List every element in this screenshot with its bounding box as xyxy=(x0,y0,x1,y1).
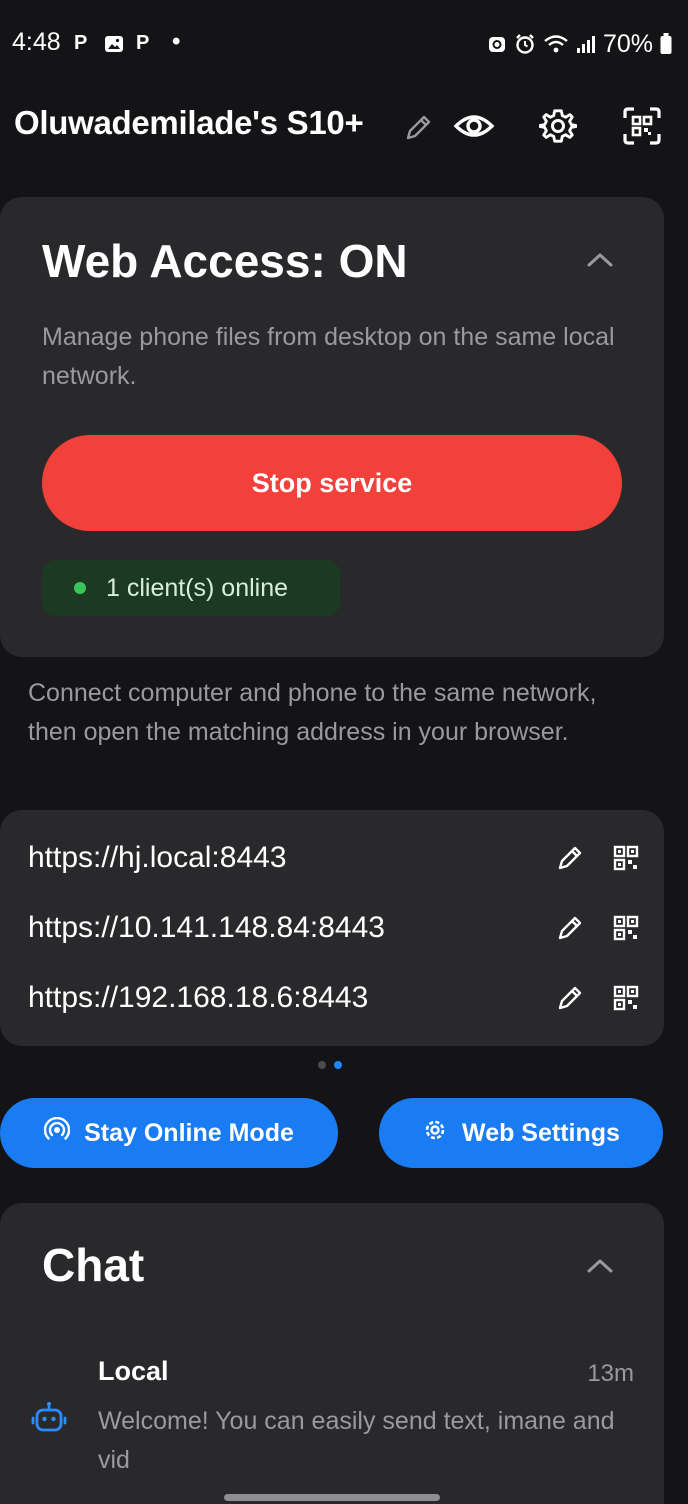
broadcast-icon xyxy=(43,1116,71,1150)
chevron-up-icon[interactable] xyxy=(580,1246,620,1286)
stop-service-button[interactable]: Stop service xyxy=(42,435,622,531)
address-row: https://hj.local:8443 xyxy=(28,833,648,883)
web-access-description: Manage phone files from desktop on the s… xyxy=(42,323,615,390)
page-dot-active[interactable] xyxy=(334,1061,342,1069)
web-settings-button[interactable]: Web Settings xyxy=(379,1098,663,1168)
qr-code-icon[interactable] xyxy=(604,836,648,880)
chat-title: Chat xyxy=(42,1239,145,1291)
gear-icon[interactable] xyxy=(536,104,580,148)
chat-item-name[interactable]: Local xyxy=(98,1356,169,1387)
clients-online-badge: 1 client(s) online xyxy=(42,560,340,616)
robot-icon xyxy=(28,1398,70,1440)
lock-sync-icon xyxy=(487,34,507,54)
address-row: https://10.141.148.84:8443 xyxy=(28,903,648,953)
pencil-icon[interactable] xyxy=(548,836,592,880)
battery-icon xyxy=(660,33,672,55)
notification-p-icon-2: P xyxy=(136,32,150,54)
address-url[interactable]: https://hj.local:8443 xyxy=(28,841,536,875)
device-name[interactable]: Oluwademilade's S10+ xyxy=(14,104,364,142)
pencil-icon[interactable] xyxy=(548,976,592,1020)
page-dot[interactable] xyxy=(318,1061,326,1069)
notification-p-icon: P xyxy=(74,32,88,54)
qr-code-icon[interactable] xyxy=(604,906,648,950)
gear-icon xyxy=(422,1117,448,1150)
address-url[interactable]: https://192.168.18.6:8443 xyxy=(28,981,536,1015)
online-status-dot xyxy=(74,582,86,594)
wifi-icon xyxy=(543,34,569,54)
home-indicator[interactable] xyxy=(224,1494,440,1501)
status-right-cluster: 70% xyxy=(487,28,672,60)
qr-scan-icon[interactable] xyxy=(620,104,664,148)
status-bar: 4:48 P P • 70% xyxy=(0,0,688,88)
page-indicator xyxy=(318,1061,342,1069)
qr-code-icon[interactable] xyxy=(604,976,648,1020)
address-url[interactable]: https://10.141.148.84:8443 xyxy=(28,911,536,945)
chat-item-preview[interactable]: Welcome! You can easily send text, imane… xyxy=(98,1402,628,1480)
chat-item-time: 13m xyxy=(587,1360,634,1387)
pencil-icon[interactable] xyxy=(396,106,440,150)
chevron-up-icon[interactable] xyxy=(580,240,620,280)
address-row: https://192.168.18.6:8443 xyxy=(28,973,648,1023)
signal-icon xyxy=(576,34,596,54)
alarm-icon xyxy=(514,33,536,55)
pencil-icon[interactable] xyxy=(548,906,592,950)
connect-instructions: Connect computer and phone to the same n… xyxy=(28,679,597,746)
more-notifications-dot: • xyxy=(172,28,181,55)
gallery-notification-icon xyxy=(104,34,124,59)
status-time: 4:48 xyxy=(12,28,61,56)
battery-percent: 70% xyxy=(602,29,653,58)
clients-online-label: 1 client(s) online xyxy=(106,573,289,602)
eye-icon[interactable] xyxy=(452,104,496,148)
web-access-title: Web Access: ON xyxy=(42,235,408,287)
stay-online-mode-button[interactable]: Stay Online Mode xyxy=(0,1098,338,1168)
